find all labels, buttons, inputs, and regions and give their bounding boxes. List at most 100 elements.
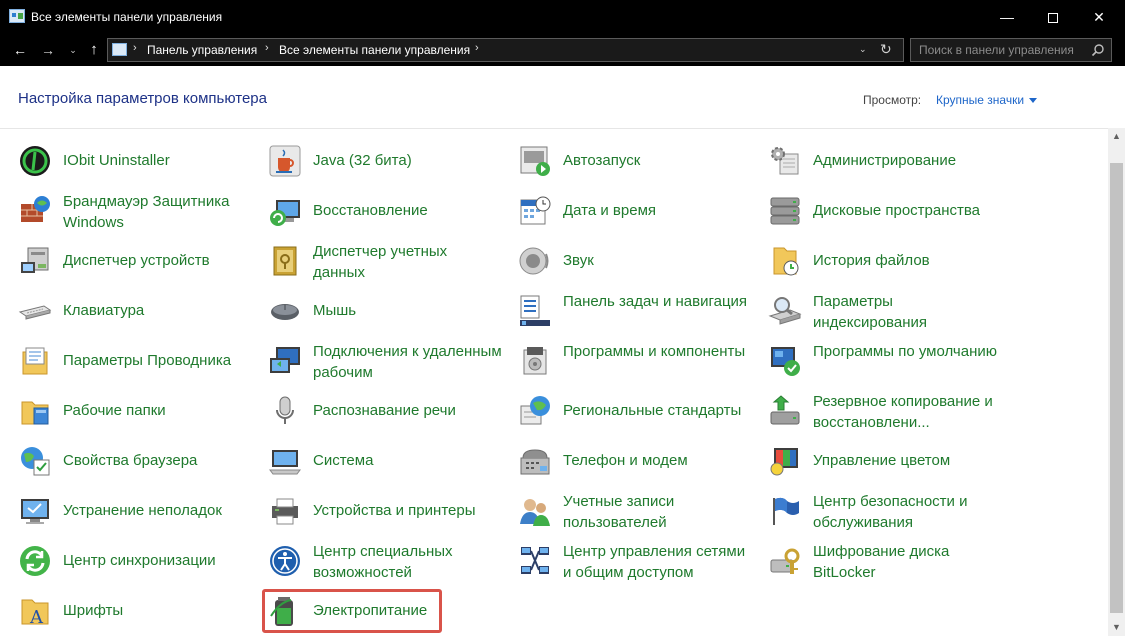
item-work-folders[interactable]: Рабочие папки — [14, 386, 254, 436]
item-label[interactable]: Клавиатура — [63, 300, 253, 321]
remote-desktop-icon — [270, 347, 300, 373]
item-network-center[interactable]: Центр управления сетями и общим доступом — [514, 536, 754, 586]
item-storage-spaces[interactable]: Дисковые пространства — [764, 186, 1004, 236]
item-label[interactable]: Резервное копирование и восстановлени... — [813, 391, 1003, 433]
maximize-button[interactable] — [1030, 0, 1076, 35]
item-troubleshooting[interactable]: Устранение неполадок — [14, 486, 254, 536]
item-label[interactable]: Центр синхронизации — [63, 550, 253, 571]
item-backup-restore[interactable]: Резервное копирование и восстановлени... — [764, 386, 1004, 436]
search-icon[interactable] — [1091, 43, 1105, 57]
breadcrumb-separator[interactable]: › — [475, 42, 479, 54]
item-label[interactable]: Параметры Проводника — [63, 350, 253, 371]
forward-button[interactable]: → — [38, 39, 58, 61]
address-bar[interactable]: › Панель управления › Все элементы панел… — [107, 38, 904, 62]
item-date-time[interactable]: Дата и время — [514, 186, 754, 236]
item-label[interactable]: Параметры индексирования — [813, 291, 1003, 333]
item-region[interactable]: Региональные стандарты — [514, 386, 754, 436]
item-user-accounts[interactable]: Учетные записи пользователей — [514, 486, 754, 536]
item-file-history[interactable]: История файлов — [764, 236, 1004, 286]
item-taskbar-navigation[interactable]: Панель задач и навигация — [514, 286, 754, 336]
up-button[interactable]: ↑ — [84, 39, 104, 61]
item-label[interactable]: Подключения к удаленным рабочим — [313, 341, 503, 383]
search-input[interactable]: Поиск в панели управления — [910, 38, 1112, 62]
address-history-dropdown[interactable]: ⌄ — [859, 44, 867, 55]
item-label[interactable]: Шрифты — [63, 600, 253, 621]
breadcrumb-control-panel[interactable]: Панель управления — [147, 43, 257, 57]
breadcrumb-separator[interactable]: › — [265, 42, 269, 54]
item-label[interactable]: Java (32 бита) — [313, 150, 503, 171]
item-label[interactable]: Управление цветом — [813, 450, 1003, 471]
item-label[interactable]: Звук — [563, 250, 753, 271]
item-label[interactable]: Устройства и принтеры — [313, 500, 503, 521]
breadcrumb-separator[interactable]: › — [133, 42, 137, 54]
item-browser-properties[interactable]: Свойства браузера — [14, 436, 254, 486]
item-firewall[interactable]: Брандмауэр Защитника Windows — [14, 186, 254, 236]
chevron-down-icon[interactable] — [1029, 98, 1038, 104]
item-label[interactable]: Программы и компоненты — [563, 341, 753, 362]
breadcrumb-all-items[interactable]: Все элементы панели управления — [279, 43, 470, 57]
item-label[interactable]: Центр безопасности и обслуживания — [813, 491, 1003, 533]
item-label[interactable]: Телефон и модем — [563, 450, 753, 471]
item-label[interactable]: Свойства браузера — [63, 450, 253, 471]
item-label[interactable]: Автозапуск — [563, 150, 753, 171]
item-label[interactable]: Дата и время — [563, 200, 753, 221]
item-label[interactable]: Центр управления сетями и общим доступом — [563, 541, 753, 583]
item-label[interactable]: Диспетчер учетных данных — [313, 241, 503, 283]
item-label[interactable]: Учетные записи пользователей — [563, 491, 753, 533]
scrollbar-thumb[interactable] — [1110, 163, 1123, 613]
item-explorer-options[interactable]: Параметры Проводника — [14, 336, 254, 386]
view-mode-dropdown[interactable]: Крупные значки — [936, 93, 1038, 107]
item-label[interactable]: История файлов — [813, 250, 1003, 271]
item-autoplay[interactable]: Автозапуск — [514, 136, 754, 186]
item-phone-modem[interactable]: Телефон и модем — [514, 436, 754, 486]
item-label[interactable]: Распознавание речи — [313, 400, 503, 421]
item-default-programs[interactable]: Программы по умолчанию — [764, 336, 1004, 386]
item-label[interactable]: Центр специальных возможностей — [313, 541, 503, 583]
item-label[interactable]: Шифрование диска BitLocker — [813, 541, 1003, 583]
item-devices-printers[interactable]: Устройства и принтеры — [264, 486, 504, 536]
view-mode-value[interactable]: Крупные значки — [936, 93, 1024, 107]
vertical-scrollbar[interactable]: ▲ ▼ — [1108, 128, 1125, 636]
item-credential-manager[interactable]: Диспетчер учетных данных — [264, 236, 504, 286]
item-recovery[interactable]: Восстановление — [264, 186, 504, 236]
refresh-icon[interactable]: ↻ — [880, 41, 892, 58]
item-keyboard[interactable]: Клавиатура — [14, 286, 254, 336]
minimize-button[interactable]: — — [984, 0, 1030, 35]
item-programs-features[interactable]: Программы и компоненты — [514, 336, 754, 386]
item-label[interactable]: Диспетчер устройств — [63, 250, 253, 271]
close-button[interactable]: ✕ — [1076, 0, 1122, 35]
item-label[interactable]: Панель задач и навигация — [563, 291, 753, 312]
item-color-management[interactable]: Управление цветом — [764, 436, 1004, 486]
item-label[interactable]: Система — [313, 450, 503, 471]
item-ease-of-access[interactable]: Центр специальных возможностей — [264, 536, 504, 586]
item-sound[interactable]: Звук — [514, 236, 754, 286]
item-fonts[interactable]: A Шрифты — [14, 586, 254, 636]
item-label[interactable]: Дисковые пространства — [813, 200, 1003, 221]
item-label[interactable]: Устранение неполадок — [63, 500, 253, 521]
item-label[interactable]: Рабочие папки — [63, 400, 253, 421]
scroll-down-button[interactable]: ▼ — [1108, 619, 1125, 636]
scroll-up-button[interactable]: ▲ — [1108, 128, 1125, 145]
item-remote-desktop[interactable]: Подключения к удаленным рабочим — [264, 336, 504, 386]
item-system[interactable]: Система — [264, 436, 504, 486]
item-label[interactable]: Региональные стандарты — [563, 400, 753, 421]
item-admin-tools[interactable]: Администрирование — [764, 136, 1004, 186]
item-label[interactable]: IObit Uninstaller — [63, 150, 253, 171]
item-label[interactable]: Восстановление — [313, 200, 503, 221]
item-iobit-uninstaller[interactable]: IObit Uninstaller — [14, 136, 254, 186]
back-button[interactable]: ← — [10, 39, 30, 61]
item-label[interactable]: Мышь — [313, 300, 503, 321]
item-bitlocker[interactable]: Шифрование диска BitLocker — [764, 536, 1004, 586]
recent-locations-button[interactable]: ⌄ — [66, 39, 80, 61]
item-security-center[interactable]: Центр безопасности и обслуживания — [764, 486, 1004, 536]
item-label[interactable]: Брандмауэр Защитника Windows — [63, 191, 253, 233]
item-device-manager[interactable]: Диспетчер устройств — [14, 236, 254, 286]
item-mouse[interactable]: Мышь — [264, 286, 504, 336]
item-java[interactable]: Java (32 бита) — [264, 136, 504, 186]
item-speech-recognition[interactable]: Распознавание речи — [264, 386, 504, 436]
item-sync-center[interactable]: Центр синхронизации — [14, 536, 254, 586]
content-area: Настройка параметров компьютера Просмотр… — [0, 66, 1125, 636]
item-label[interactable]: Программы по умолчанию — [813, 341, 1003, 362]
item-label[interactable]: Администрирование — [813, 150, 1003, 171]
item-indexing-options[interactable]: Параметры индексирования — [764, 286, 1004, 336]
